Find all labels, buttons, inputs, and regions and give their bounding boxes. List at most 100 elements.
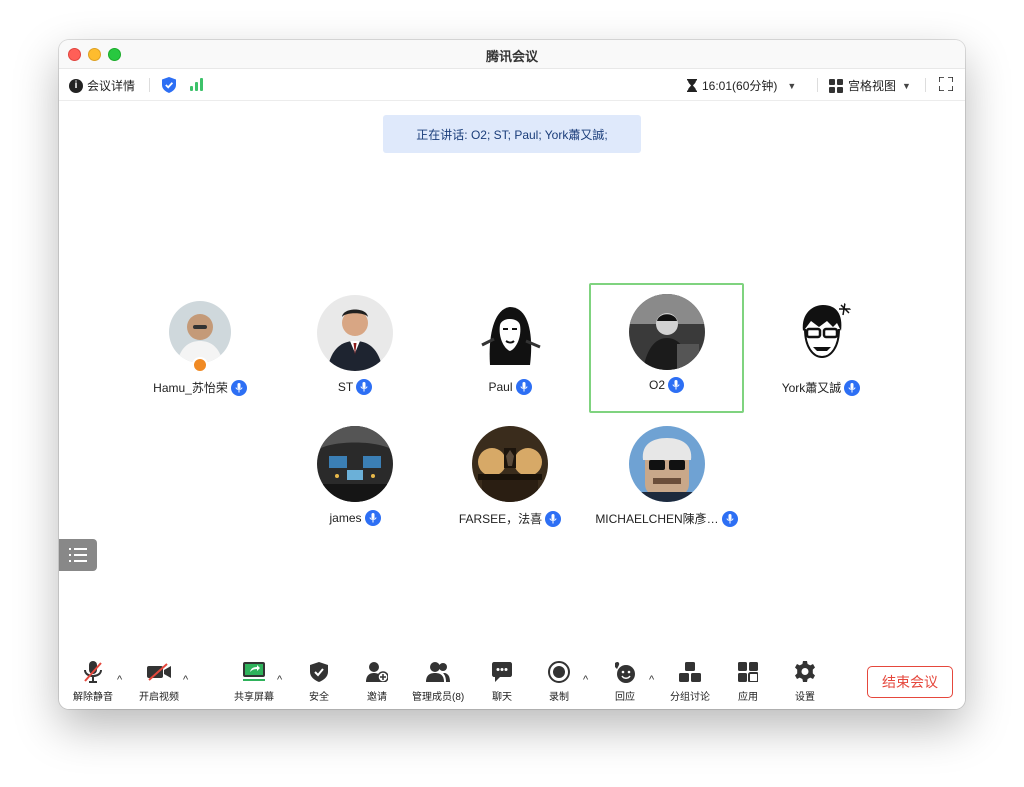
participant-tile[interactable]: FARSEE，法喜: [435, 416, 585, 536]
microphone-icon: [515, 379, 532, 395]
signal-strength-icon[interactable]: [190, 78, 203, 91]
microphone-icon: [668, 377, 684, 393]
hourglass-icon: [687, 79, 697, 92]
avatar: [628, 294, 705, 370]
avatar: [628, 426, 705, 502]
fullscreen-icon[interactable]: [939, 77, 953, 91]
start-video-button[interactable]: 开启视频: [139, 660, 179, 703]
unmute-label: 解除静音: [73, 692, 113, 703]
settings-label: 设置: [795, 692, 815, 703]
chevron-up-icon[interactable]: ^: [649, 674, 654, 686]
meeting-window: 腾讯会议 i 会议详情 16:01(60分钟) ▼ 宫格视图 ▼ 正在讲话: O…: [59, 40, 965, 709]
record-icon: [548, 661, 570, 683]
participant-tile-active[interactable]: O2: [589, 283, 744, 413]
participant-name: james: [329, 511, 362, 525]
participant-name: York蕭又誠: [781, 381, 842, 395]
avatar: [472, 426, 548, 502]
microphone-icon: [230, 379, 247, 396]
start-video-label: 开启视频: [139, 692, 179, 703]
view-mode-label: 宫格视图: [848, 79, 897, 93]
end-meeting-button[interactable]: 结束会议: [867, 666, 953, 698]
members-icon: [426, 662, 451, 682]
meeting-toolbar: 解除静音 ^ 开启视频 ^ 共享屏幕 ^ 安全 邀请 管理成员(8) 聊天 录制…: [59, 652, 965, 709]
chevron-down-icon: ▼: [787, 80, 797, 91]
record-button[interactable]: 录制: [548, 660, 570, 703]
avatar: [169, 301, 231, 363]
breakout-rooms-button[interactable]: 分组讨论: [670, 660, 710, 703]
meeting-info-bar: i 会议详情 16:01(60分钟) ▼ 宫格视图 ▼: [59, 69, 965, 101]
chat-icon: [492, 662, 512, 682]
security-label: 安全: [309, 692, 329, 703]
microphone-muted-icon: [84, 661, 102, 683]
apps-label: 应用: [738, 692, 758, 703]
info-icon: i: [69, 78, 83, 93]
gear-icon: [795, 661, 815, 682]
avatar: [783, 295, 859, 371]
chevron-up-icon[interactable]: ^: [183, 674, 188, 686]
participant-name: Hamu_苏怡荣: [153, 381, 228, 395]
breakout-label: 分组讨论: [670, 692, 710, 703]
invite-button[interactable]: 邀请: [366, 660, 388, 703]
divider: [925, 78, 926, 92]
microphone-icon: [545, 510, 562, 527]
share-screen-button[interactable]: 共享屏幕: [234, 660, 274, 703]
divider: [149, 78, 150, 92]
timer-text: 16:01(60分钟): [702, 79, 778, 93]
microphone-icon: [364, 510, 381, 526]
grid-view-icon: [829, 78, 843, 93]
avatar: [317, 426, 393, 502]
participant-tile[interactable]: MICHAELCHEN陳彥…: [589, 416, 744, 536]
manage-members-button[interactable]: 管理成员(8): [412, 660, 464, 703]
unmute-button[interactable]: 解除静音: [73, 660, 113, 703]
meeting-details-button[interactable]: i 会议详情: [69, 77, 135, 94]
chevron-up-icon[interactable]: ^: [583, 674, 588, 686]
avatar: [472, 295, 548, 371]
participant-name: O2: [648, 378, 665, 392]
reactions-button[interactable]: 回应: [614, 660, 636, 703]
security-button[interactable]: 安全: [309, 660, 329, 703]
share-screen-icon: [243, 662, 265, 681]
meeting-timer[interactable]: 16:01(60分钟) ▼: [687, 77, 796, 94]
chat-label: 聊天: [492, 692, 512, 703]
reactions-label: 回应: [615, 692, 635, 703]
participant-tile[interactable]: ST: [280, 285, 430, 405]
microphone-icon: [844, 379, 861, 396]
shield-icon: [310, 662, 328, 682]
participant-name: MICHAELCHEN陳彥…: [595, 512, 719, 526]
microphone-icon: [356, 379, 373, 395]
invite-label: 邀请: [367, 692, 387, 703]
microphone-icon: [721, 510, 738, 527]
chevron-up-icon[interactable]: ^: [117, 674, 122, 686]
manage-members-label: 管理成员(8): [412, 692, 465, 703]
divider: [817, 78, 818, 92]
add-user-icon: [366, 662, 388, 682]
participant-tile[interactable]: York蕭又誠: [746, 285, 896, 405]
chevron-up-icon[interactable]: ^: [277, 674, 282, 686]
participant-name: Paul: [488, 380, 513, 394]
host-badge-icon: [192, 357, 208, 373]
participant-name: FARSEE，法喜: [458, 512, 543, 526]
participant-tile[interactable]: Hamu_苏怡荣: [125, 285, 275, 405]
apps-icon: [738, 662, 758, 682]
meeting-details-label: 会议详情: [87, 79, 136, 93]
participant-tile[interactable]: Paul: [435, 285, 585, 405]
list-icon: [69, 548, 87, 562]
reaction-icon: [615, 661, 635, 683]
breakout-rooms-icon: [679, 662, 701, 682]
share-screen-label: 共享屏幕: [234, 692, 274, 703]
participant-name: ST: [337, 380, 354, 394]
settings-button[interactable]: 设置: [794, 660, 816, 703]
participant-list-toggle[interactable]: [59, 539, 97, 571]
apps-button[interactable]: 应用: [738, 660, 758, 703]
shield-check-icon[interactable]: [162, 77, 176, 93]
avatar: [317, 295, 393, 371]
view-mode-selector[interactable]: 宫格视图 ▼: [829, 77, 911, 94]
chat-button[interactable]: 聊天: [492, 660, 512, 703]
participant-tile[interactable]: james: [280, 416, 430, 536]
active-speakers-banner: 正在讲话: O2; ST; Paul; York蕭又誠;: [383, 115, 641, 153]
window-title: 腾讯会议: [485, 49, 538, 64]
chevron-down-icon: ▼: [902, 80, 911, 91]
title-bar: 腾讯会议: [59, 40, 965, 69]
record-label: 录制: [549, 692, 569, 703]
video-off-icon: [147, 663, 171, 681]
